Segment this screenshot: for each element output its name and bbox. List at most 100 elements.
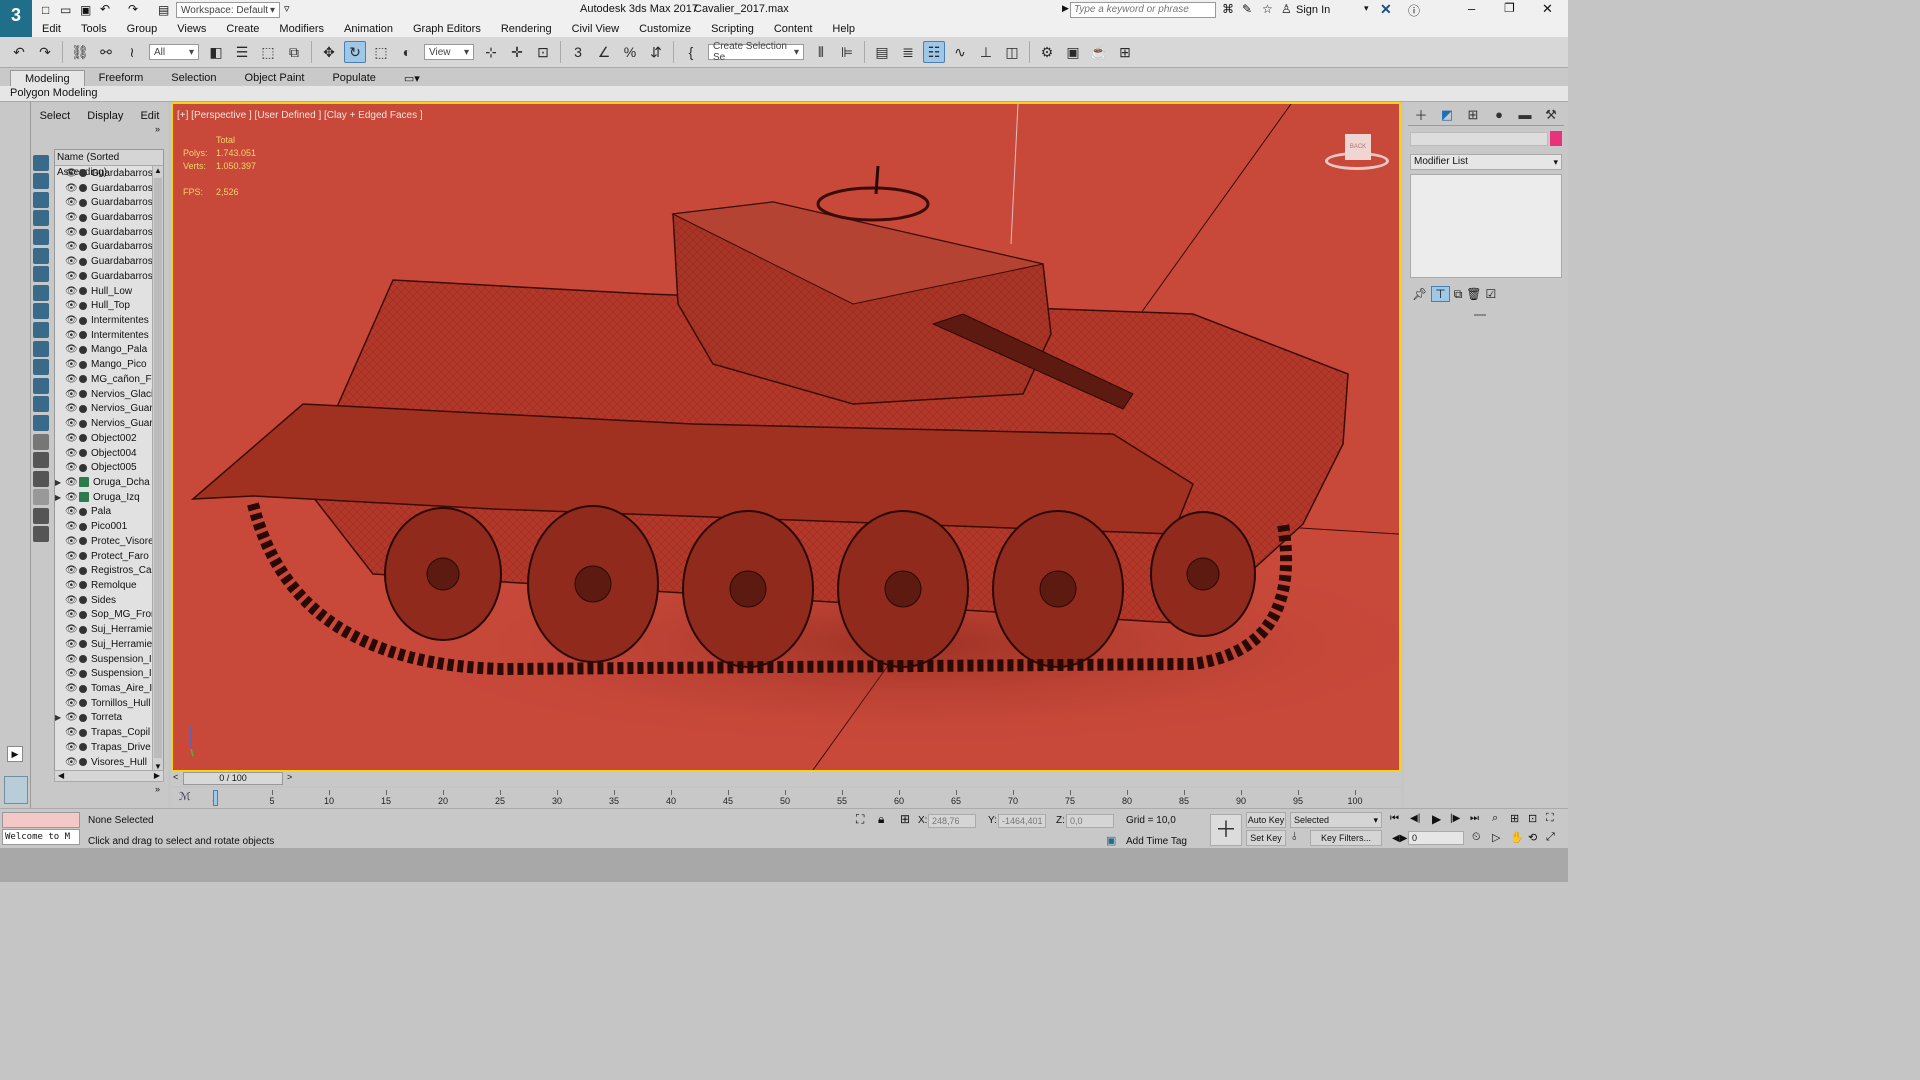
user-icon[interactable]: ♙ (1281, 2, 1292, 16)
keyboard-shortcut-override-icon[interactable]: ⊡ (532, 41, 554, 63)
scene-object-row[interactable]: 👁︎ Protect_Faro (55, 549, 163, 564)
scene-object-row[interactable]: 👁︎ Object002 (55, 431, 163, 446)
horizontal-scrollbar[interactable]: ◀ ▶ (54, 770, 164, 782)
visibility-eye-icon[interactable]: 👁︎ (65, 168, 79, 179)
visibility-eye-icon[interactable]: 👁︎ (65, 521, 79, 532)
menu-item-customize[interactable]: Customize (629, 23, 701, 35)
scene-object-row[interactable]: 👁︎ Nervios_Guar (55, 416, 163, 431)
link-icon[interactable]: ⛓ (69, 41, 91, 63)
visibility-eye-icon[interactable]: 👁︎ (65, 492, 79, 503)
display-lights-icon[interactable] (33, 247, 49, 264)
scene-object-row[interactable]: 👁︎ Guardabarros (55, 181, 163, 196)
z-coordinate-field[interactable]: 0,0 (1066, 814, 1114, 828)
menu-item-animation[interactable]: Animation (334, 23, 403, 35)
configure-modifier-sets-icon[interactable]: ☑ (1486, 287, 1497, 301)
viewport-label-menu[interactable]: [+] [Perspective ] [User Defined ] [Clay… (177, 110, 423, 121)
search-input[interactable]: Type a keyword or phrase (1070, 2, 1216, 18)
scene-object-row[interactable]: 👁︎ Pico001 (55, 519, 163, 534)
visibility-eye-icon[interactable]: 👁︎ (65, 330, 79, 341)
redo-button[interactable]: ↷ (34, 41, 56, 63)
visibility-eye-icon[interactable]: 👁︎ (65, 403, 79, 414)
scroll-right-icon[interactable]: ▶ (154, 771, 160, 780)
visibility-eye-icon[interactable]: 👁︎ (65, 506, 79, 517)
key-mode-toggle-icon[interactable]: ◀▶ (1392, 833, 1407, 844)
next-frame-icon[interactable]: > (287, 772, 292, 782)
modifier-list-dropdown[interactable]: Modifier List ▾ (1410, 154, 1562, 170)
selection-lock-icon[interactable]: 🔒︎ (878, 812, 884, 827)
schematic-view-icon[interactable]: ⊥ (975, 41, 997, 63)
workspace-menu-icon[interactable]: ▿ (284, 2, 290, 15)
scene-object-row[interactable]: 👁︎ Guardabarros (55, 195, 163, 210)
expand-arrow-icon[interactable]: ▶ (55, 713, 65, 722)
select-manipulate-icon[interactable]: ✛ (506, 41, 528, 63)
polygon-modeling-panel[interactable]: Polygon Modeling (10, 87, 97, 99)
scene-object-row[interactable]: 👁︎ Trapas_Copil (55, 725, 163, 740)
layer-explorer-icon[interactable]: ▤ (871, 41, 893, 63)
scene-object-row[interactable]: 👁︎ Guardabarros (55, 210, 163, 225)
visibility-eye-icon[interactable]: 👁︎ (65, 433, 79, 444)
visibility-eye-icon[interactable]: 👁︎ (65, 315, 79, 326)
display-influences-icon[interactable] (33, 452, 49, 469)
help-icon[interactable]: ⓘ (1408, 2, 1420, 19)
binoculars-icon[interactable]: ⌘ (1222, 2, 1234, 16)
scene-object-row[interactable]: 👁︎ Nervios_Glaci (55, 387, 163, 402)
visibility-eye-icon[interactable]: 👁︎ (65, 536, 79, 547)
rendered-frame-window-icon[interactable]: ▣ (1062, 41, 1084, 63)
viewcube[interactable]: BACK (1325, 130, 1391, 176)
visibility-eye-icon[interactable]: 👁︎ (65, 624, 79, 635)
menu-item-help[interactable]: Help (822, 23, 865, 35)
visibility-eye-icon[interactable]: 👁︎ (65, 668, 79, 679)
display-invert-icon[interactable] (33, 191, 49, 208)
menu-item-tools[interactable]: Tools (71, 23, 117, 35)
filter-icon[interactable] (33, 489, 49, 506)
chevron-right-icon[interactable]: » (155, 784, 160, 794)
visibility-eye-icon[interactable]: 👁︎ (65, 551, 79, 562)
add-time-tag-button[interactable]: Add Time Tag (1126, 836, 1187, 847)
toggle-ribbon-icon[interactable]: ≣ (897, 41, 919, 63)
sign-in-link[interactable]: Sign In (1296, 4, 1330, 16)
edit-named-selection-icon[interactable]: { (680, 41, 702, 63)
close-button[interactable]: ✕ (1542, 1, 1553, 17)
orbit-icon[interactable]: ⟲ (1528, 831, 1537, 844)
project-folder-icon[interactable]: ▤ (158, 3, 169, 17)
field-of-view-icon[interactable]: ▷ (1492, 831, 1500, 844)
pivot-center-icon[interactable]: ⊹ (480, 41, 502, 63)
scroll-up-icon[interactable]: ▲ (153, 166, 163, 175)
render-gallery-icon[interactable]: ⊞ (1114, 41, 1136, 63)
scene-object-row[interactable]: 👁︎ Remolque (55, 578, 163, 593)
search-expand-icon[interactable]: ▶ (1062, 3, 1069, 14)
mini-curve-editor-icon[interactable]: ℳ (179, 790, 191, 803)
visibility-eye-icon[interactable]: 👁︎ (65, 359, 79, 370)
visibility-eye-icon[interactable]: 👁︎ (65, 256, 79, 267)
ribbon-tab-object-paint[interactable]: Object Paint (231, 70, 319, 86)
display-helpers-icon[interactable] (33, 284, 49, 301)
time-tag-icon[interactable]: ▣ (1106, 834, 1116, 847)
display-all-icon[interactable] (33, 173, 49, 190)
scene-object-row[interactable]: 👁︎ Object004 (55, 446, 163, 461)
visibility-eye-icon[interactable]: 👁︎ (65, 389, 79, 400)
visibility-eye-icon[interactable]: 👁︎ (65, 212, 79, 223)
next-key-icon[interactable]: |▶ (1450, 813, 1460, 824)
scene-object-row[interactable]: 👁︎ Hull_Top (55, 298, 163, 313)
display-hidden-icon[interactable] (33, 414, 49, 431)
menu-item-modifiers[interactable]: Modifiers (269, 23, 334, 35)
motion-tab-icon[interactable]: ● (1490, 106, 1508, 124)
previous-key-icon[interactable]: ◀| (1410, 813, 1420, 824)
sync-selection-icon[interactable] (33, 470, 49, 487)
make-unique-icon[interactable]: ⧉ (1454, 287, 1463, 302)
ribbon-options-icon[interactable]: ▭▾ (390, 70, 434, 86)
pan-icon[interactable]: ✋ (1510, 831, 1524, 844)
display-shapes-icon[interactable] (33, 228, 49, 245)
visibility-eye-icon[interactable]: 👁︎ (65, 183, 79, 194)
y-coordinate-field[interactable]: -1464,401 (998, 814, 1046, 828)
scene-object-row[interactable]: 👁︎ Suspension_I (55, 652, 163, 667)
visibility-eye-icon[interactable]: 👁︎ (65, 300, 79, 311)
visibility-eye-icon[interactable]: 👁︎ (65, 241, 79, 252)
selection-filter-dropdown[interactable]: All ▾ (149, 44, 199, 60)
display-bones-icon[interactable] (33, 359, 49, 376)
menu-item-scripting[interactable]: Scripting (701, 23, 764, 35)
snaps-toggle-icon[interactable]: 3 (567, 41, 589, 63)
set-key-button[interactable]: Set Key (1246, 830, 1286, 846)
scene-object-row[interactable]: 👁︎ Suspension_I (55, 666, 163, 681)
scale-icon[interactable]: ⬚ (370, 41, 392, 63)
